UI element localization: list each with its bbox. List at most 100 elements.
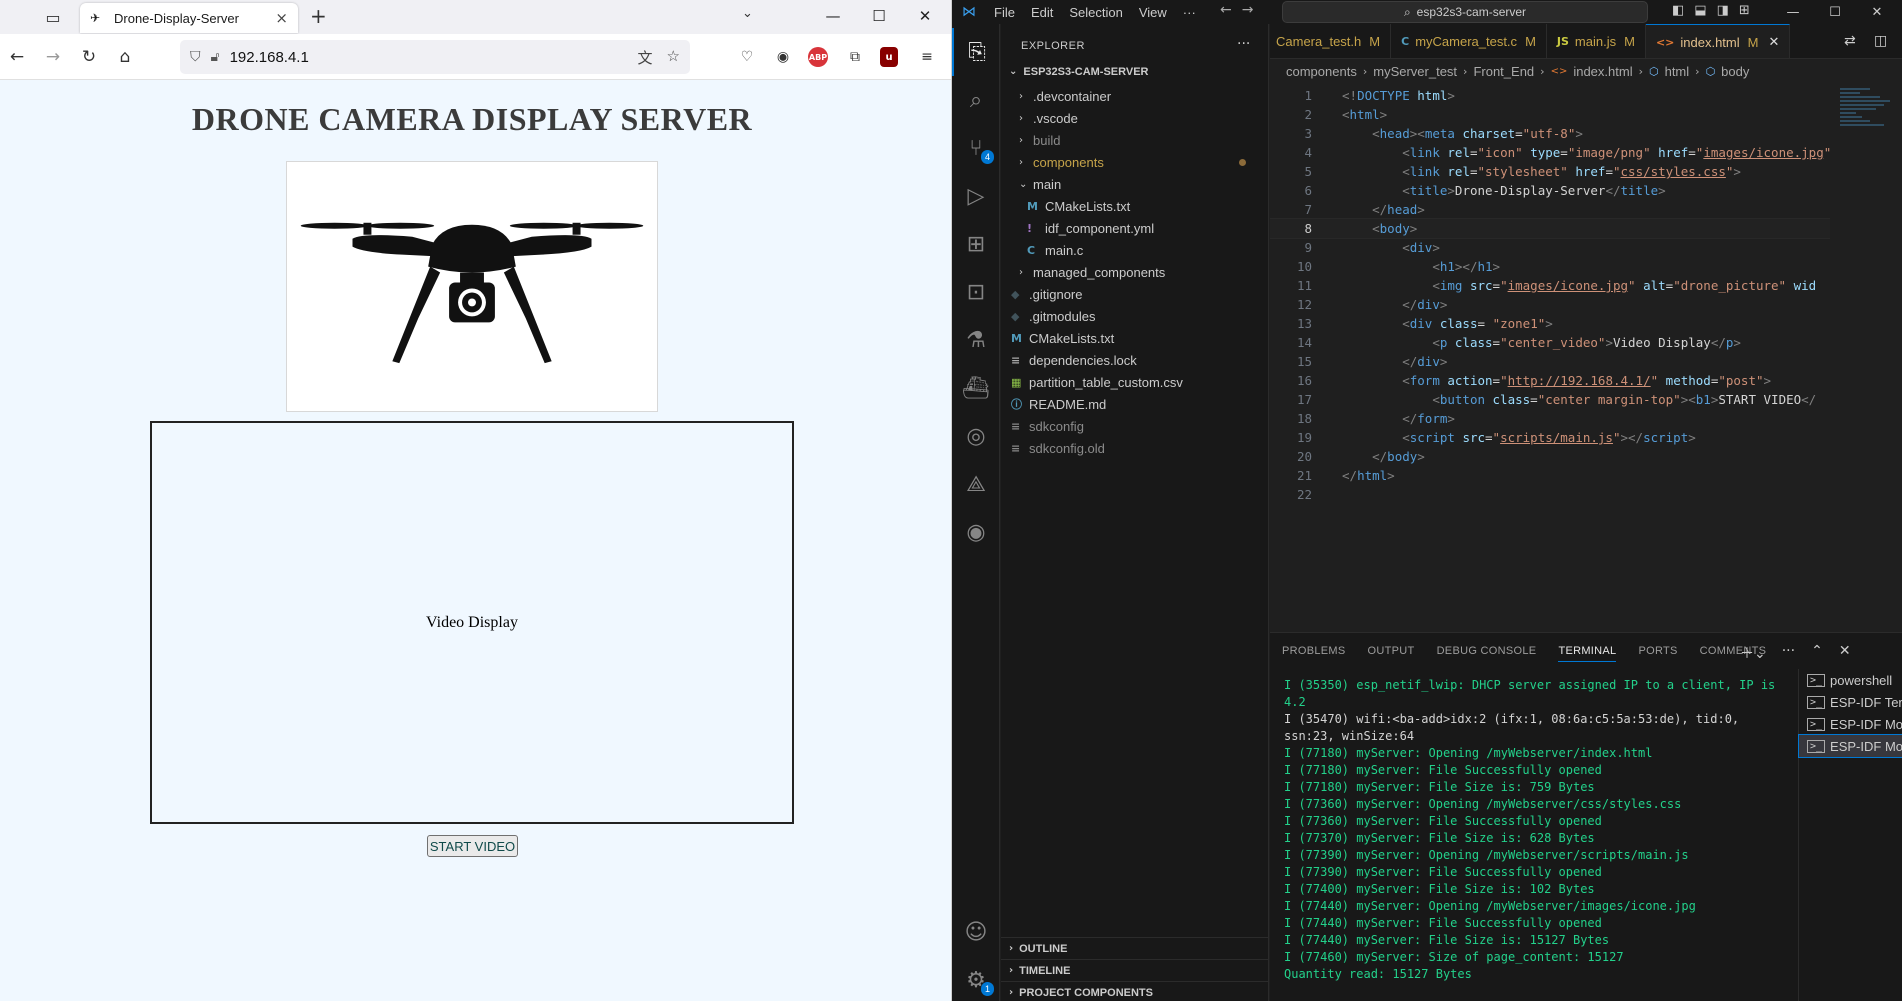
- project-root[interactable]: ⌄ ESP32S3-CAM-SERVER: [1009, 66, 1149, 78]
- run-debug-icon[interactable]: ▷: [952, 172, 1000, 220]
- close-tab-icon[interactable]: ×: [275, 9, 288, 27]
- extensions-icon[interactable]: ⧉: [844, 46, 866, 68]
- code-line[interactable]: 7 </head>: [1270, 200, 1830, 219]
- tab-main-js[interactable]: JS main.js M: [1547, 24, 1646, 58]
- code-line[interactable]: 10 <h1></h1>: [1270, 257, 1830, 276]
- toggle-sidebar-icon[interactable]: ◧: [1672, 3, 1684, 18]
- panel-tab-ports[interactable]: PORTS: [1638, 645, 1677, 657]
- code-line[interactable]: 5 <link rel="stylesheet" href="css/style…: [1270, 162, 1830, 181]
- more-actions-icon[interactable]: ···: [1237, 36, 1250, 52]
- url-text[interactable]: 192.168.4.1: [230, 49, 309, 66]
- translate-icon[interactable]: 文: [638, 47, 653, 68]
- menu-selection[interactable]: Selection: [1061, 5, 1130, 20]
- tree-item-main-cmakelists[interactable]: M CMakeLists.txt: [1027, 195, 1130, 217]
- tree-item-main[interactable]: ⌄ main: [1019, 173, 1061, 195]
- start-video-button[interactable]: START VIDEO: [427, 835, 518, 857]
- code-line[interactable]: 9 <div>: [1270, 238, 1830, 257]
- tree-item-root-cmakelists[interactable]: M CMakeLists.txt: [1011, 327, 1114, 349]
- panel-tab-terminal[interactable]: TERMINAL: [1558, 640, 1617, 662]
- breadcrumb-item[interactable]: Front_End: [1473, 64, 1534, 79]
- breadcrumb-item[interactable]: index.html: [1573, 64, 1632, 79]
- tree-item-partition-table[interactable]: ▦ partition_table_custom.csv: [1011, 371, 1183, 393]
- forward-arrow-icon[interactable]: →: [40, 44, 66, 70]
- pocket-icon[interactable]: ♡: [736, 46, 758, 68]
- command-center[interactable]: ⌕ esp32s3-cam-server: [1282, 1, 1648, 23]
- tree-item-gitmodules[interactable]: ◆ .gitmodules: [1011, 305, 1095, 327]
- terminal-instance[interactable]: >_ ESP-IDF Mo...: [1799, 713, 1902, 735]
- project-components-section[interactable]: › PROJECT COMPONENTS: [1001, 981, 1269, 1001]
- docker-icon[interactable]: ⛴: [952, 364, 1000, 412]
- tree-item-idf-component[interactable]: ! idf_component.yml: [1027, 217, 1154, 239]
- platform-icon[interactable]: ⟁: [952, 460, 1000, 508]
- remote-explorer-icon[interactable]: ⊡: [952, 268, 1000, 316]
- tree-item-vscode[interactable]: › .vscode: [1019, 107, 1078, 129]
- settings-gear-icon[interactable]: ⚙ 1: [952, 956, 1000, 1001]
- shield-icon[interactable]: ⛉: [190, 49, 201, 65]
- code-line[interactable]: 2 <html>: [1270, 105, 1830, 124]
- chevron-down-icon[interactable]: ⌄: [742, 6, 753, 21]
- breadcrumb-item[interactable]: components: [1286, 64, 1357, 79]
- history-nav-arrows-icon[interactable]: ←→: [1220, 2, 1263, 18]
- source-control-icon[interactable]: ⑂ 4: [952, 124, 1000, 172]
- new-terminal-icon[interactable]: ＋⌄: [1740, 643, 1766, 663]
- github-icon[interactable]: ◉: [952, 508, 1000, 556]
- tab-camera-test-h[interactable]: Camera_test.h M: [1270, 24, 1392, 58]
- tab-mycamera-test-c[interactable]: CmyCamera_test.c M: [1391, 24, 1547, 58]
- menu-edit[interactable]: Edit: [1023, 5, 1061, 20]
- panel-tab-problems[interactable]: PROBLEMS: [1282, 645, 1346, 657]
- code-line[interactable]: 12 </div>: [1270, 295, 1830, 314]
- ublock-origin-icon[interactable]: u: [880, 47, 898, 67]
- timeline-section[interactable]: › TIMELINE: [1001, 959, 1269, 981]
- account-icon[interactable]: ◉: [772, 46, 794, 68]
- tree-item-gitignore[interactable]: ◆ .gitignore: [1011, 283, 1082, 305]
- tree-item-sdkconfig[interactable]: ≡ sdkconfig: [1011, 415, 1084, 437]
- code-line[interactable]: 21 </html>: [1270, 466, 1830, 485]
- tree-item-components[interactable]: › components: [1019, 151, 1104, 173]
- browser-tab-active[interactable]: ✈ Drone-Display-Server ×: [80, 3, 298, 33]
- breadcrumb-item[interactable]: html: [1665, 64, 1690, 79]
- bookmark-star-icon[interactable]: ☆: [667, 47, 680, 68]
- code-line[interactable]: 6 <title>Drone-Display-Server</title>: [1270, 181, 1830, 200]
- terminal-instance[interactable]: >_ ESP-IDF Mo...: [1798, 734, 1902, 758]
- extensions-icon[interactable]: ⊞: [952, 220, 1000, 268]
- tab-index-html[interactable]: <> index.html M ✕: [1645, 24, 1791, 58]
- tree-item-managed-components[interactable]: › managed_components: [1019, 261, 1165, 283]
- tree-item-main-c[interactable]: Cmain.c: [1027, 239, 1083, 261]
- tree-item-readme[interactable]: ⓘ README.md: [1011, 393, 1106, 415]
- minimize-icon[interactable]: —: [1772, 0, 1814, 24]
- more-actions-icon[interactable]: ···: [1782, 643, 1795, 663]
- breadcrumb-item[interactable]: body: [1721, 64, 1749, 79]
- lock-icon[interactable]: 🔓︎: [211, 49, 220, 65]
- code-editor[interactable]: 1 <!DOCTYPE html> 2 <html> 3 <head><meta cha…: [1270, 86, 1830, 626]
- toggle-secondary-sidebar-icon[interactable]: ◨: [1717, 3, 1729, 18]
- back-arrow-icon[interactable]: ←: [4, 44, 30, 70]
- panel-tab-debug-console[interactable]: DEBUG CONSOLE: [1437, 645, 1537, 657]
- code-line[interactable]: 19 <script src="scripts/main.js"></scrip…: [1270, 428, 1830, 447]
- accounts-icon[interactable]: ☺: [952, 908, 1000, 956]
- url-bar[interactable]: ⛉ 🔓︎ 192.168.4.1 文 ☆: [180, 40, 690, 74]
- menu-file[interactable]: File: [986, 5, 1023, 20]
- maximize-icon[interactable]: ☐: [856, 0, 902, 32]
- explorer-icon[interactable]: ⎘: [952, 28, 1000, 76]
- menu-more[interactable]: ···: [1175, 5, 1204, 20]
- outline-section[interactable]: › OUTLINE: [1001, 937, 1269, 959]
- tree-item-dependencies-lock[interactable]: ≡ dependencies.lock: [1011, 349, 1137, 371]
- tab-overview-icon[interactable]: ▭: [36, 0, 70, 34]
- code-line[interactable]: 4 <link rel="icon" type="image/png" href…: [1270, 143, 1830, 162]
- tree-item-build[interactable]: › build: [1019, 129, 1060, 151]
- adblock-plus-icon[interactable]: ABP: [808, 47, 828, 67]
- code-line[interactable]: 17 <button class="center margin-top"><b1…: [1270, 390, 1830, 409]
- panel-tab-output[interactable]: OUTPUT: [1368, 645, 1415, 657]
- home-icon[interactable]: ⌂: [112, 44, 138, 70]
- maximize-panel-icon[interactable]: ⌃: [1811, 643, 1823, 663]
- code-line[interactable]: 8 <body>: [1270, 218, 1830, 239]
- new-tab-icon[interactable]: +: [310, 4, 327, 28]
- terminal-output[interactable]: I (35350) esp_netif_lwip: DHCP server as…: [1284, 677, 1782, 997]
- close-window-icon[interactable]: ✕: [1856, 0, 1898, 24]
- maximize-icon[interactable]: ☐: [1814, 0, 1856, 24]
- code-line[interactable]: 11 <img src="images/icone.jpg" alt="dron…: [1270, 276, 1830, 295]
- code-line[interactable]: 20 </body>: [1270, 447, 1830, 466]
- code-line[interactable]: 16 <form action="http://192.168.4.1/" me…: [1270, 371, 1830, 390]
- reload-icon[interactable]: ↻: [76, 44, 102, 70]
- terminal-instance[interactable]: >_ powershell: [1799, 669, 1902, 691]
